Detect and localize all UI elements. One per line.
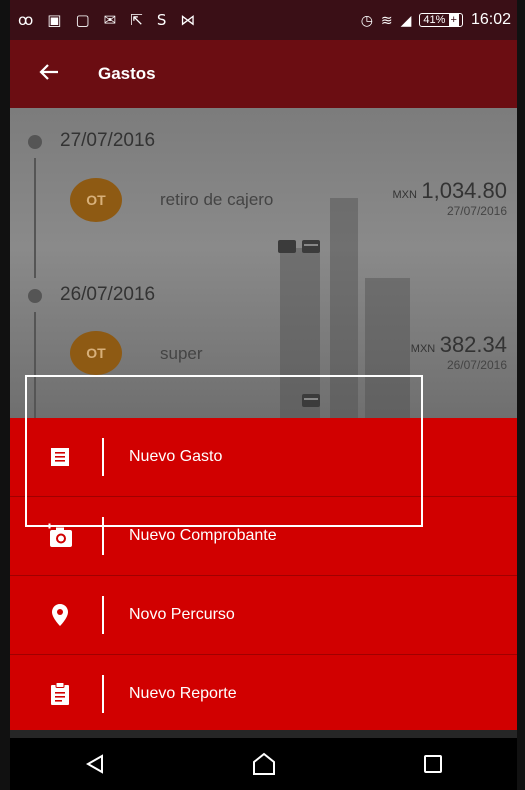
divider	[102, 596, 104, 634]
location-pin-icon	[45, 603, 75, 627]
background-building	[330, 198, 358, 418]
avatar: OT	[70, 178, 122, 222]
app-m-icon: ⋈	[180, 11, 196, 29]
phone-screen: ꝏ ▣ ▢ ✉ ⇱ S ⋈ ◷ ≋ ◢ 41% + 16:02 Gastos 2…	[10, 0, 517, 790]
expense-amount: MXN 382.34 26/07/2016	[411, 332, 507, 372]
card-icon	[302, 394, 320, 407]
mail-icon: ✉	[103, 11, 117, 29]
menu-item-novo-percurso[interactable]: Novo Percurso	[10, 576, 517, 655]
expense-list: 27/07/2016 OT retiro de cajero MXN 1,034…	[10, 108, 517, 418]
battery-indicator: 41% +	[419, 13, 463, 27]
add-photo-icon	[45, 523, 75, 549]
menu-item-label: Nuevo Gasto	[129, 448, 223, 465]
expense-date: 27/07/2016	[446, 204, 507, 218]
currency-label: MXN	[410, 343, 436, 355]
clipboard-icon	[45, 682, 75, 706]
date-heading: 27/07/2016	[60, 130, 156, 151]
divider	[102, 517, 104, 555]
bottom-separator	[10, 730, 517, 738]
expense-amount: MXN 1,034.80 27/07/2016	[392, 178, 507, 218]
timeline-dot	[28, 135, 42, 149]
signal-icon: ◢	[400, 11, 412, 28]
attachment-icons	[302, 394, 320, 407]
amount-value: 1,034.80	[421, 178, 507, 203]
voicemail-icon: ꝏ	[18, 11, 34, 29]
amount-value: 382.34	[439, 332, 507, 357]
action-menu: Nuevo Gasto Nuevo Comprobante Novo Percu…	[10, 418, 517, 734]
system-nav-bar	[10, 738, 517, 790]
background-building	[365, 278, 410, 418]
menu-item-nuevo-reporte[interactable]: Nuevo Reporte	[10, 655, 517, 734]
date-heading: 26/07/2016	[60, 284, 156, 305]
recents-nav-icon[interactable]	[403, 744, 463, 784]
app-s-icon: S	[156, 11, 167, 29]
menu-item-nuevo-gasto[interactable]: Nuevo Gasto	[10, 418, 517, 497]
menu-item-nuevo-comprobante[interactable]: Nuevo Comprobante	[10, 497, 517, 576]
charging-icon: +	[448, 14, 459, 26]
background-building	[280, 248, 320, 418]
image-notification-icon: ▢	[75, 11, 90, 29]
app-bar: Gastos	[10, 40, 517, 108]
timeline-dot	[28, 289, 42, 303]
battery-percent: 41%	[423, 14, 446, 26]
back-nav-icon[interactable]	[65, 744, 125, 784]
wifi-icon: ≋	[380, 11, 393, 28]
notification-icons: ꝏ ▣ ▢ ✉ ⇱ S ⋈	[10, 11, 195, 29]
menu-item-label: Nuevo Comprobante	[129, 527, 277, 544]
currency-label: MXN	[392, 189, 417, 201]
expense-description: super	[160, 344, 203, 363]
page-title: Gastos	[98, 64, 156, 83]
clock: 16:02	[470, 11, 511, 28]
system-icons: ◷ ≋ ◢ 41% + 16:02	[361, 11, 517, 29]
divider	[102, 438, 104, 476]
menu-item-label: Novo Percurso	[129, 606, 235, 623]
timeline-line	[34, 312, 36, 418]
attachment-icons	[278, 240, 320, 253]
home-nav-icon[interactable]	[234, 744, 294, 784]
card-icon	[302, 240, 320, 253]
alarm-icon: ◷	[360, 11, 373, 28]
notification-icon: ▣	[47, 11, 62, 29]
status-bar: ꝏ ▣ ▢ ✉ ⇱ S ⋈ ◷ ≋ ◢ 41% + 16:02	[10, 0, 517, 40]
share-icon: ⇱	[130, 11, 143, 29]
expense-description: retiro de cajero	[160, 190, 274, 209]
expense-date: 26/07/2016	[446, 358, 507, 372]
menu-item-label: Nuevo Reporte	[129, 685, 237, 702]
image-icon	[278, 240, 296, 253]
divider	[102, 675, 104, 713]
receipt-icon	[45, 446, 75, 468]
back-arrow-icon[interactable]	[38, 61, 62, 88]
timeline-line	[34, 158, 36, 278]
avatar: OT	[70, 331, 122, 375]
